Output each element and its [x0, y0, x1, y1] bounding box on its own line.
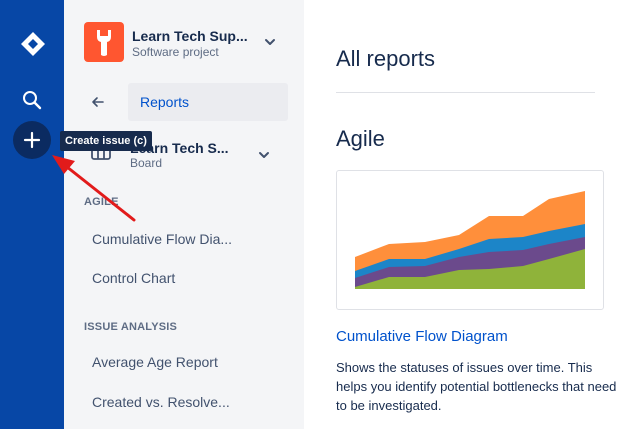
chevron-down-icon[interactable]: [262, 34, 278, 50]
sidebar-item-created-vs-resolved[interactable]: Created vs. Resolve...: [92, 394, 230, 410]
report-description: Shows the statuses of issues over time. …: [336, 360, 617, 413]
sidebar-item-label: Reports: [140, 94, 190, 110]
project-name[interactable]: Learn Tech Sup...: [132, 28, 248, 44]
project-sidebar: Learn Tech Sup... Software project Repor…: [64, 0, 304, 429]
divider: [336, 92, 595, 93]
sidebar-item-average-age[interactable]: Average Age Report: [92, 354, 218, 370]
global-nav: [0, 0, 64, 429]
section-heading-agile: AGILE: [84, 196, 119, 208]
page-title: All reports: [336, 46, 436, 71]
arrow-left-icon[interactable]: [90, 94, 106, 110]
main-content: All reports Agile Cumulative Flow Diagra…: [304, 0, 621, 429]
wrench-icon: [97, 30, 111, 56]
section-title-agile: Agile: [336, 126, 385, 151]
sidebar-item-control-chart[interactable]: Control Chart: [92, 270, 175, 286]
chevron-down-icon[interactable]: [256, 147, 272, 163]
report-link-cumulative-flow[interactable]: Cumulative Flow Diagram: [336, 328, 508, 345]
project-type: Software project: [132, 45, 219, 59]
plus-icon: [23, 131, 41, 149]
create-issue-tooltip: Create issue (c): [60, 131, 152, 151]
sidebar-item-reports[interactable]: Reports: [128, 83, 288, 121]
report-thumbnail-card[interactable]: [336, 170, 604, 310]
create-issue-button[interactable]: [13, 121, 51, 159]
cumulative-flow-thumbnail: [355, 191, 585, 289]
project-avatar[interactable]: [84, 22, 124, 62]
search-icon[interactable]: [20, 88, 44, 112]
sidebar-item-cumulative-flow[interactable]: Cumulative Flow Dia...: [92, 231, 232, 247]
jira-logo-icon[interactable]: [19, 30, 47, 58]
board-type: Board: [130, 156, 163, 170]
section-heading-issue-analysis: ISSUE ANALYSIS: [84, 321, 178, 333]
